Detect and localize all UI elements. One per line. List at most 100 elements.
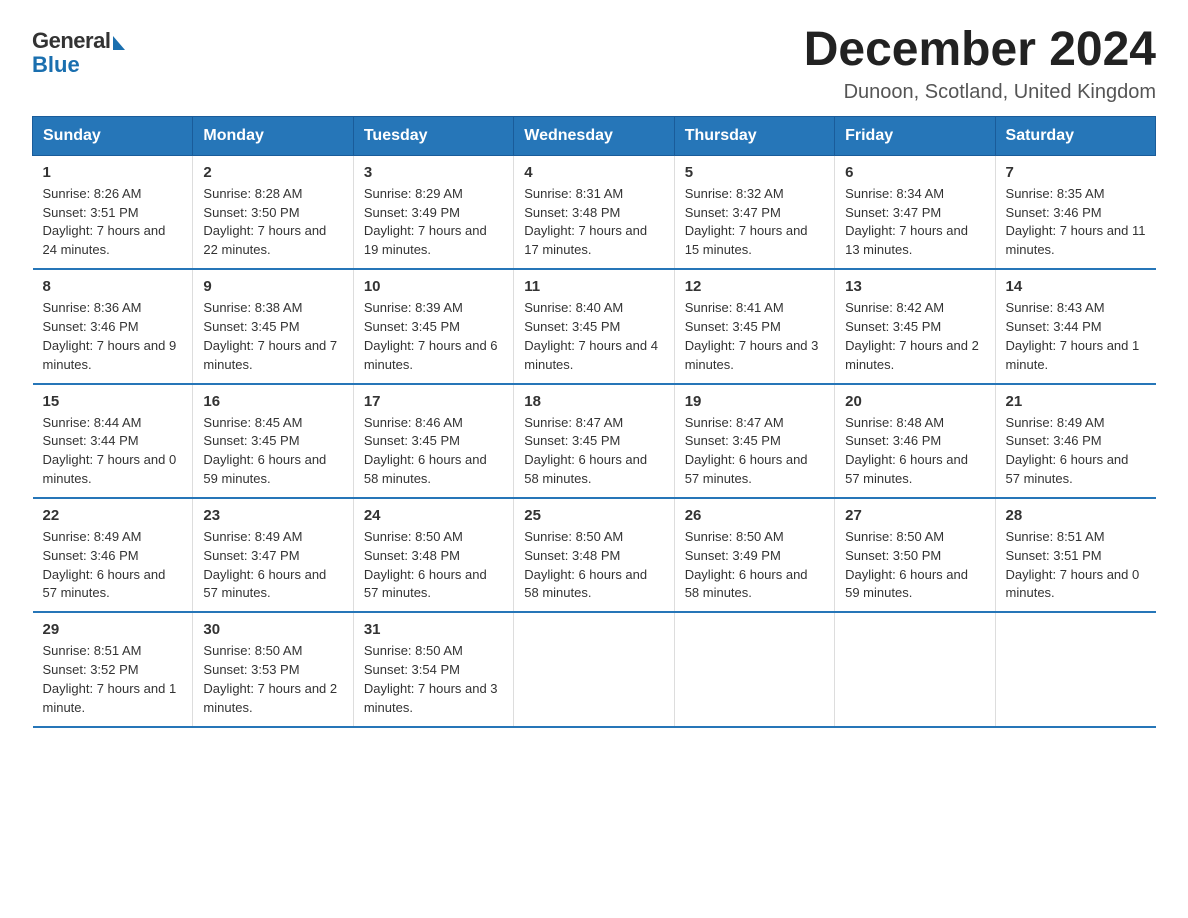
day-info: Sunrise: 8:26 AMSunset: 3:51 PMDaylight:… [43,185,183,260]
day-info: Sunrise: 8:39 AMSunset: 3:45 PMDaylight:… [364,299,503,374]
calendar-cell: 3Sunrise: 8:29 AMSunset: 3:49 PMDaylight… [353,155,513,269]
day-number: 9 [203,278,342,295]
calendar-cell: 6 Sunrise: 8:34 AMSunset: 3:47 PMDaylight… [835,155,995,269]
day-number: 17 [364,393,503,410]
column-header-friday: Friday [835,116,995,155]
calendar-cell: 28 Sunrise: 8:51 AMSunset: 3:51 PMDayligh… [995,498,1155,612]
calendar-cell: 26Sunrise: 8:50 AMSunset: 3:49 PMDayligh… [674,498,834,612]
calendar-cell: 4Sunrise: 8:31 AMSunset: 3:48 PMDaylight… [514,155,674,269]
calendar-header-row: SundayMondayTuesdayWednesdayThursdayFrid… [33,116,1156,155]
day-number: 31 [364,621,503,638]
title-block: December 2024 Dunoon, Scotland, United K… [804,24,1156,104]
day-number: 24 [364,507,503,524]
day-info: Sunrise: 8:29 AMSunset: 3:49 PMDaylight:… [364,185,503,260]
calendar-cell: 11 Sunrise: 8:40 AMSunset: 3:45 PMDayligh… [514,269,674,383]
day-number: 2 [203,164,342,181]
logo-general-text: General [32,28,110,54]
calendar-cell: 1 Sunrise: 8:26 AMSunset: 3:51 PMDaylight… [33,155,193,269]
column-header-thursday: Thursday [674,116,834,155]
day-info: Sunrise: 8:41 AMSunset: 3:45 PMDaylight:… [685,299,824,374]
calendar-cell: 9 Sunrise: 8:38 AMSunset: 3:45 PMDaylight… [193,269,353,383]
day-number: 18 [524,393,663,410]
calendar-cell: 5 Sunrise: 8:32 AMSunset: 3:47 PMDaylight… [674,155,834,269]
day-number: 14 [1006,278,1146,295]
day-info: Sunrise: 8:28 AMSunset: 3:50 PMDaylight:… [203,185,342,260]
day-number: 11 [524,278,663,295]
day-info: Sunrise: 8:35 AMSunset: 3:46 PMDaylight:… [1006,185,1146,260]
day-info: Sunrise: 8:51 AMSunset: 3:51 PMDaylight:… [1006,528,1146,603]
day-info: Sunrise: 8:42 AMSunset: 3:45 PMDaylight:… [845,299,984,374]
day-number: 13 [845,278,984,295]
day-number: 21 [1006,393,1146,410]
calendar-cell: 27Sunrise: 8:50 AMSunset: 3:50 PMDayligh… [835,498,995,612]
calendar-cell: 2 Sunrise: 8:28 AMSunset: 3:50 PMDaylight… [193,155,353,269]
calendar-cell: 8 Sunrise: 8:36 AMSunset: 3:46 PMDaylight… [33,269,193,383]
day-number: 7 [1006,164,1146,181]
calendar-cell: 15 Sunrise: 8:44 AMSunset: 3:44 PMDayligh… [33,384,193,498]
day-number: 15 [43,393,183,410]
day-number: 5 [685,164,824,181]
calendar-week-row: 29 Sunrise: 8:51 AMSunset: 3:52 PMDayligh… [33,612,1156,726]
day-info: Sunrise: 8:47 AMSunset: 3:45 PMDaylight:… [685,414,824,489]
calendar-cell: 18 Sunrise: 8:47 AMSunset: 3:45 PMDayligh… [514,384,674,498]
day-info: Sunrise: 8:34 AMSunset: 3:47 PMDaylight:… [845,185,984,260]
day-number: 8 [43,278,183,295]
calendar-cell: 25 Sunrise: 8:50 AMSunset: 3:48 PMDayligh… [514,498,674,612]
calendar-cell: 20 Sunrise: 8:48 AMSunset: 3:46 PMDayligh… [835,384,995,498]
calendar-cell [674,612,834,726]
day-info: Sunrise: 8:50 AMSunset: 3:54 PMDaylight:… [364,642,503,717]
calendar-cell [835,612,995,726]
day-info: Sunrise: 8:50 AMSunset: 3:48 PMDaylight:… [524,528,663,603]
day-number: 12 [685,278,824,295]
calendar-cell: 31 Sunrise: 8:50 AMSunset: 3:54 PMDayligh… [353,612,513,726]
day-number: 27 [845,507,984,524]
day-number: 6 [845,164,984,181]
calendar-cell: 23Sunrise: 8:49 AMSunset: 3:47 PMDayligh… [193,498,353,612]
day-info: Sunrise: 8:32 AMSunset: 3:47 PMDaylight:… [685,185,824,260]
calendar-cell: 7 Sunrise: 8:35 AMSunset: 3:46 PMDaylight… [995,155,1155,269]
calendar-week-row: 15 Sunrise: 8:44 AMSunset: 3:44 PMDayligh… [33,384,1156,498]
calendar-cell: 21Sunrise: 8:49 AMSunset: 3:46 PMDayligh… [995,384,1155,498]
calendar-cell [514,612,674,726]
calendar-cell: 16Sunrise: 8:45 AMSunset: 3:45 PMDayligh… [193,384,353,498]
day-info: Sunrise: 8:38 AMSunset: 3:45 PMDaylight:… [203,299,342,374]
day-info: Sunrise: 8:31 AMSunset: 3:48 PMDaylight:… [524,185,663,260]
calendar-cell: 13 Sunrise: 8:42 AMSunset: 3:45 PMDayligh… [835,269,995,383]
column-header-monday: Monday [193,116,353,155]
column-header-sunday: Sunday [33,116,193,155]
day-info: Sunrise: 8:50 AMSunset: 3:49 PMDaylight:… [685,528,824,603]
day-info: Sunrise: 8:47 AMSunset: 3:45 PMDaylight:… [524,414,663,489]
day-number: 28 [1006,507,1146,524]
day-number: 22 [43,507,183,524]
day-number: 1 [43,164,183,181]
column-header-wednesday: Wednesday [514,116,674,155]
calendar-week-row: 1 Sunrise: 8:26 AMSunset: 3:51 PMDaylight… [33,155,1156,269]
calendar-cell: 29 Sunrise: 8:51 AMSunset: 3:52 PMDayligh… [33,612,193,726]
calendar-table: SundayMondayTuesdayWednesdayThursdayFrid… [32,116,1156,728]
day-number: 20 [845,393,984,410]
calendar-cell: 14Sunrise: 8:43 AMSunset: 3:44 PMDayligh… [995,269,1155,383]
day-info: Sunrise: 8:36 AMSunset: 3:46 PMDaylight:… [43,299,183,374]
day-number: 30 [203,621,342,638]
calendar-cell [995,612,1155,726]
day-info: Sunrise: 8:44 AMSunset: 3:44 PMDaylight:… [43,414,183,489]
day-number: 29 [43,621,183,638]
day-number: 23 [203,507,342,524]
month-title: December 2024 [804,24,1156,77]
day-number: 25 [524,507,663,524]
day-info: Sunrise: 8:40 AMSunset: 3:45 PMDaylight:… [524,299,663,374]
logo-arrow-icon [113,36,125,50]
calendar-week-row: 8 Sunrise: 8:36 AMSunset: 3:46 PMDaylight… [33,269,1156,383]
day-info: Sunrise: 8:51 AMSunset: 3:52 PMDaylight:… [43,642,183,717]
calendar-cell: 22Sunrise: 8:49 AMSunset: 3:46 PMDayligh… [33,498,193,612]
calendar-cell: 19 Sunrise: 8:47 AMSunset: 3:45 PMDayligh… [674,384,834,498]
calendar-cell: 30Sunrise: 8:50 AMSunset: 3:53 PMDayligh… [193,612,353,726]
logo: General Blue [32,28,125,78]
location-text: Dunoon, Scotland, United Kingdom [804,81,1156,104]
calendar-week-row: 22Sunrise: 8:49 AMSunset: 3:46 PMDayligh… [33,498,1156,612]
page-header: General Blue December 2024 Dunoon, Scotl… [32,24,1156,104]
calendar-cell: 24Sunrise: 8:50 AMSunset: 3:48 PMDayligh… [353,498,513,612]
day-number: 19 [685,393,824,410]
calendar-cell: 12 Sunrise: 8:41 AMSunset: 3:45 PMDayligh… [674,269,834,383]
day-info: Sunrise: 8:48 AMSunset: 3:46 PMDaylight:… [845,414,984,489]
